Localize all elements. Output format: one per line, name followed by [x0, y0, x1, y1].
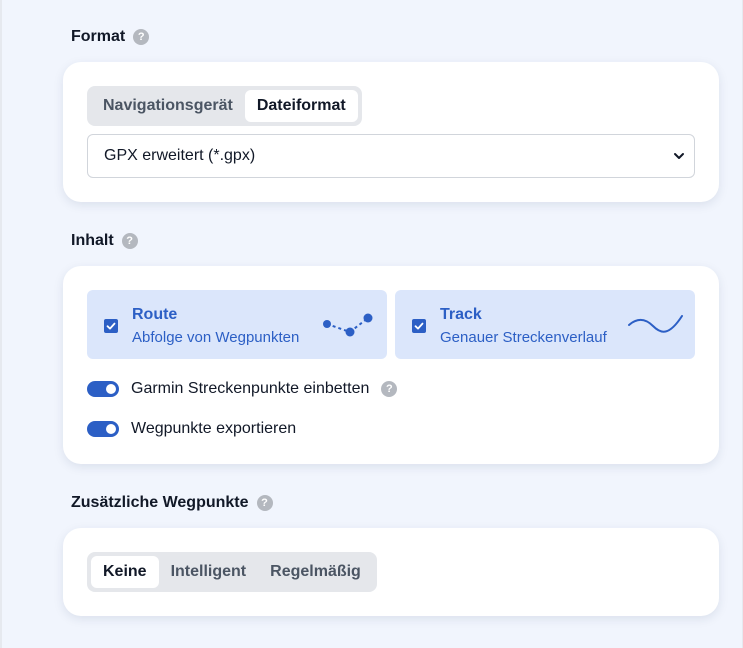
extra-waypoints-card: Keine Intelligent Regelmäßig [63, 528, 719, 616]
question-icon[interactable]: ? [256, 495, 273, 511]
file-format-select[interactable]: GPX erweitert (*.gpx) [87, 134, 695, 178]
tab-intelligent[interactable]: Intelligent [159, 556, 259, 588]
extra-waypoints-tabs: Keine Intelligent Regelmäßig [87, 552, 377, 592]
checkmark-icon [414, 322, 424, 330]
question-icon[interactable]: ? [133, 29, 150, 45]
format-card: Navigationsgerät Dateiformat GPX erweite… [63, 62, 719, 202]
route-title: Route [132, 306, 178, 323]
track-title: Track [440, 306, 482, 323]
track-wave-icon [628, 315, 683, 333]
checkmark-icon [106, 322, 116, 330]
track-checkbox[interactable] [412, 319, 426, 333]
tab-navigationsgeraet[interactable]: Navigationsgerät [91, 90, 245, 122]
tab-keine[interactable]: Keine [91, 556, 159, 588]
route-checkbox[interactable] [104, 319, 118, 333]
export-waypoints-toggle[interactable] [87, 421, 119, 437]
format-tabs: Navigationsgerät Dateiformat [87, 86, 362, 126]
question-icon[interactable]: ? [121, 233, 138, 249]
track-subtitle: Genauer Streckenverlauf [440, 329, 607, 346]
export-waypoints-label: Wegpunkte exportieren [131, 420, 297, 437]
toggle-row-waypoints: Wegpunkte exportieren [87, 419, 296, 439]
track-option[interactable]: Track Genauer Streckenverlauf [395, 290, 695, 359]
section-title-content: Inhalt ? [71, 232, 138, 250]
route-option[interactable]: Route Abfolge von Wegpunkten [87, 290, 387, 359]
toggle-row-garmin: Garmin Streckenpunkte einbetten ? [87, 379, 398, 399]
chevron-down-icon [674, 153, 684, 159]
section-title-format: Format ? [71, 28, 150, 46]
route-dots-icon [323, 313, 373, 337]
garmin-embed-toggle[interactable] [87, 381, 119, 397]
garmin-embed-label: Garmin Streckenpunkte einbetten [131, 380, 370, 397]
format-title: Format [71, 28, 126, 45]
content-title: Inhalt [71, 232, 114, 249]
question-icon[interactable]: ? [381, 381, 398, 397]
tab-dateiformat[interactable]: Dateiformat [244, 90, 358, 122]
file-format-value: GPX erweitert (*.gpx) [104, 147, 256, 164]
extra-waypoints-title: Zusätzliche Wegpunkte [71, 494, 249, 511]
tab-regelmaessig[interactable]: Regelmäßig [258, 556, 373, 588]
content-card: Route Abfolge von Wegpunkten Track Genau… [63, 266, 719, 464]
route-subtitle: Abfolge von Wegpunkten [132, 329, 300, 346]
section-title-extra-waypoints: Zusätzliche Wegpunkte ? [71, 494, 273, 512]
